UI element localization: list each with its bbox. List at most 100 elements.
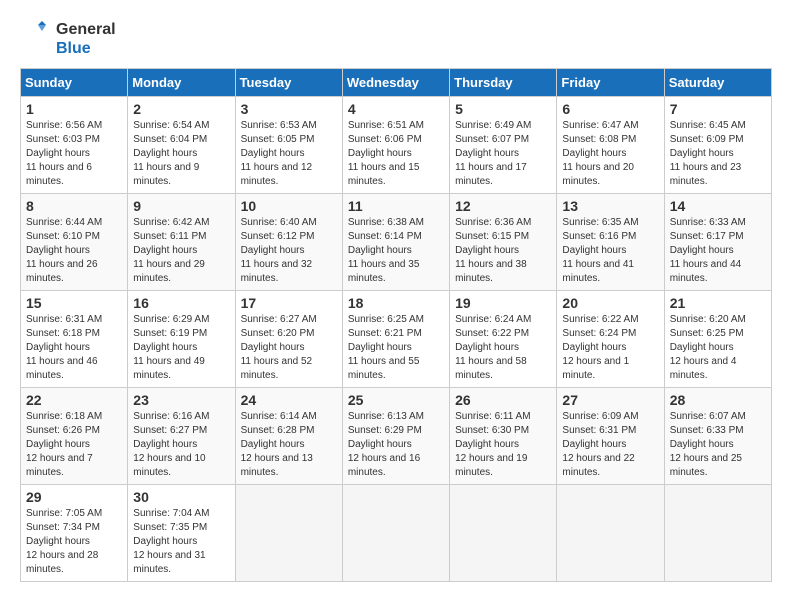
sunrise-label: Sunrise: 6:25 AM (348, 314, 424, 325)
daylight-value: 11 hours and 12 minutes. (241, 162, 313, 187)
daylight-value: 12 hours and 4 minutes. (670, 356, 737, 381)
page-header: GeneralBlue (20, 20, 772, 58)
sunset-label: Sunset: 6:14 PM (348, 231, 422, 242)
day-number: 7 (670, 101, 766, 117)
day-info: Sunrise: 6:31 AM Sunset: 6:18 PM Dayligh… (26, 313, 122, 383)
daylight-value: 12 hours and 10 minutes. (133, 453, 205, 478)
day-number: 20 (562, 295, 658, 311)
sunrise-label: Sunrise: 6:09 AM (562, 411, 638, 422)
daylight-label: Daylight hours (241, 439, 305, 450)
daylight-value: 11 hours and 35 minutes. (348, 259, 420, 284)
daylight-value: 12 hours and 13 minutes. (241, 453, 313, 478)
calendar-cell: 8 Sunrise: 6:44 AM Sunset: 6:10 PM Dayli… (21, 194, 128, 291)
day-info: Sunrise: 6:18 AM Sunset: 6:26 PM Dayligh… (26, 410, 122, 480)
calendar-cell: 11 Sunrise: 6:38 AM Sunset: 6:14 PM Dayl… (342, 194, 449, 291)
daylight-value: 11 hours and 6 minutes. (26, 162, 92, 187)
daylight-value: 12 hours and 1 minute. (562, 356, 629, 381)
daylight-label: Daylight hours (455, 342, 519, 353)
sunset-label: Sunset: 6:21 PM (348, 328, 422, 339)
sunset-label: Sunset: 6:04 PM (133, 134, 207, 145)
day-info: Sunrise: 6:38 AM Sunset: 6:14 PM Dayligh… (348, 216, 444, 286)
daylight-value: 11 hours and 9 minutes. (133, 162, 199, 187)
sunset-label: Sunset: 6:31 PM (562, 425, 636, 436)
sunset-label: Sunset: 6:15 PM (455, 231, 529, 242)
daylight-label: Daylight hours (670, 439, 734, 450)
sunset-label: Sunset: 6:33 PM (670, 425, 744, 436)
sunrise-label: Sunrise: 6:51 AM (348, 120, 424, 131)
calendar-week-3: 15 Sunrise: 6:31 AM Sunset: 6:18 PM Dayl… (21, 291, 772, 388)
calendar-cell: 28 Sunrise: 6:07 AM Sunset: 6:33 PM Dayl… (664, 388, 771, 485)
day-number: 8 (26, 198, 122, 214)
logo-text: GeneralBlue (56, 20, 116, 58)
daylight-label: Daylight hours (348, 342, 412, 353)
calendar-week-4: 22 Sunrise: 6:18 AM Sunset: 6:26 PM Dayl… (21, 388, 772, 485)
day-number: 21 (670, 295, 766, 311)
sunrise-label: Sunrise: 6:16 AM (133, 411, 209, 422)
calendar-cell: 12 Sunrise: 6:36 AM Sunset: 6:15 PM Dayl… (450, 194, 557, 291)
sunset-label: Sunset: 7:35 PM (133, 522, 207, 533)
day-info: Sunrise: 6:36 AM Sunset: 6:15 PM Dayligh… (455, 216, 551, 286)
calendar-cell: 14 Sunrise: 6:33 AM Sunset: 6:17 PM Dayl… (664, 194, 771, 291)
sunset-label: Sunset: 7:34 PM (26, 522, 100, 533)
calendar-week-2: 8 Sunrise: 6:44 AM Sunset: 6:10 PM Dayli… (21, 194, 772, 291)
daylight-value: 12 hours and 31 minutes. (133, 550, 205, 575)
calendar-cell (664, 485, 771, 582)
day-info: Sunrise: 6:29 AM Sunset: 6:19 PM Dayligh… (133, 313, 229, 383)
header-tuesday: Tuesday (235, 69, 342, 97)
day-number: 19 (455, 295, 551, 311)
sunrise-label: Sunrise: 6:14 AM (241, 411, 317, 422)
sunrise-label: Sunrise: 6:40 AM (241, 217, 317, 228)
day-number: 4 (348, 101, 444, 117)
day-info: Sunrise: 6:54 AM Sunset: 6:04 PM Dayligh… (133, 119, 229, 189)
daylight-label: Daylight hours (241, 342, 305, 353)
daylight-label: Daylight hours (26, 536, 90, 547)
sunset-label: Sunset: 6:11 PM (133, 231, 206, 242)
calendar-cell: 13 Sunrise: 6:35 AM Sunset: 6:16 PM Dayl… (557, 194, 664, 291)
calendar-cell: 22 Sunrise: 6:18 AM Sunset: 6:26 PM Dayl… (21, 388, 128, 485)
sunrise-label: Sunrise: 6:18 AM (26, 411, 102, 422)
sunset-label: Sunset: 6:28 PM (241, 425, 315, 436)
sunset-label: Sunset: 6:12 PM (241, 231, 315, 242)
daylight-label: Daylight hours (455, 245, 519, 256)
day-number: 5 (455, 101, 551, 117)
daylight-value: 11 hours and 15 minutes. (348, 162, 420, 187)
calendar-cell: 30 Sunrise: 7:04 AM Sunset: 7:35 PM Dayl… (128, 485, 235, 582)
daylight-value: 12 hours and 19 minutes. (455, 453, 527, 478)
daylight-label: Daylight hours (562, 439, 626, 450)
sunset-label: Sunset: 6:09 PM (670, 134, 744, 145)
daylight-value: 11 hours and 55 minutes. (348, 356, 420, 381)
calendar-cell: 10 Sunrise: 6:40 AM Sunset: 6:12 PM Dayl… (235, 194, 342, 291)
daylight-value: 11 hours and 23 minutes. (670, 162, 742, 187)
day-info: Sunrise: 6:42 AM Sunset: 6:11 PM Dayligh… (133, 216, 229, 286)
sunrise-label: Sunrise: 6:45 AM (670, 120, 746, 131)
calendar-table: SundayMondayTuesdayWednesdayThursdayFrid… (20, 68, 772, 582)
sunrise-label: Sunrise: 6:27 AM (241, 314, 317, 325)
daylight-label: Daylight hours (455, 148, 519, 159)
sunset-label: Sunset: 6:10 PM (26, 231, 100, 242)
daylight-label: Daylight hours (670, 148, 734, 159)
calendar-cell (450, 485, 557, 582)
sunrise-label: Sunrise: 6:53 AM (241, 120, 317, 131)
day-number: 1 (26, 101, 122, 117)
day-info: Sunrise: 6:49 AM Sunset: 6:07 PM Dayligh… (455, 119, 551, 189)
calendar-cell: 20 Sunrise: 6:22 AM Sunset: 6:24 PM Dayl… (557, 291, 664, 388)
calendar-cell (342, 485, 449, 582)
logo-container: GeneralBlue (20, 20, 116, 58)
calendar-cell: 3 Sunrise: 6:53 AM Sunset: 6:05 PM Dayli… (235, 97, 342, 194)
day-info: Sunrise: 6:07 AM Sunset: 6:33 PM Dayligh… (670, 410, 766, 480)
daylight-label: Daylight hours (562, 342, 626, 353)
daylight-label: Daylight hours (562, 148, 626, 159)
day-info: Sunrise: 6:27 AM Sunset: 6:20 PM Dayligh… (241, 313, 337, 383)
calendar-cell: 6 Sunrise: 6:47 AM Sunset: 6:08 PM Dayli… (557, 97, 664, 194)
daylight-label: Daylight hours (26, 439, 90, 450)
day-info: Sunrise: 6:24 AM Sunset: 6:22 PM Dayligh… (455, 313, 551, 383)
day-info: Sunrise: 6:44 AM Sunset: 6:10 PM Dayligh… (26, 216, 122, 286)
day-info: Sunrise: 6:22 AM Sunset: 6:24 PM Dayligh… (562, 313, 658, 383)
day-info: Sunrise: 7:05 AM Sunset: 7:34 PM Dayligh… (26, 507, 122, 577)
sunset-label: Sunset: 6:30 PM (455, 425, 529, 436)
sunrise-label: Sunrise: 6:54 AM (133, 120, 209, 131)
logo: GeneralBlue (20, 20, 116, 58)
daylight-value: 12 hours and 16 minutes. (348, 453, 420, 478)
daylight-value: 12 hours and 22 minutes. (562, 453, 634, 478)
daylight-value: 12 hours and 25 minutes. (670, 453, 742, 478)
